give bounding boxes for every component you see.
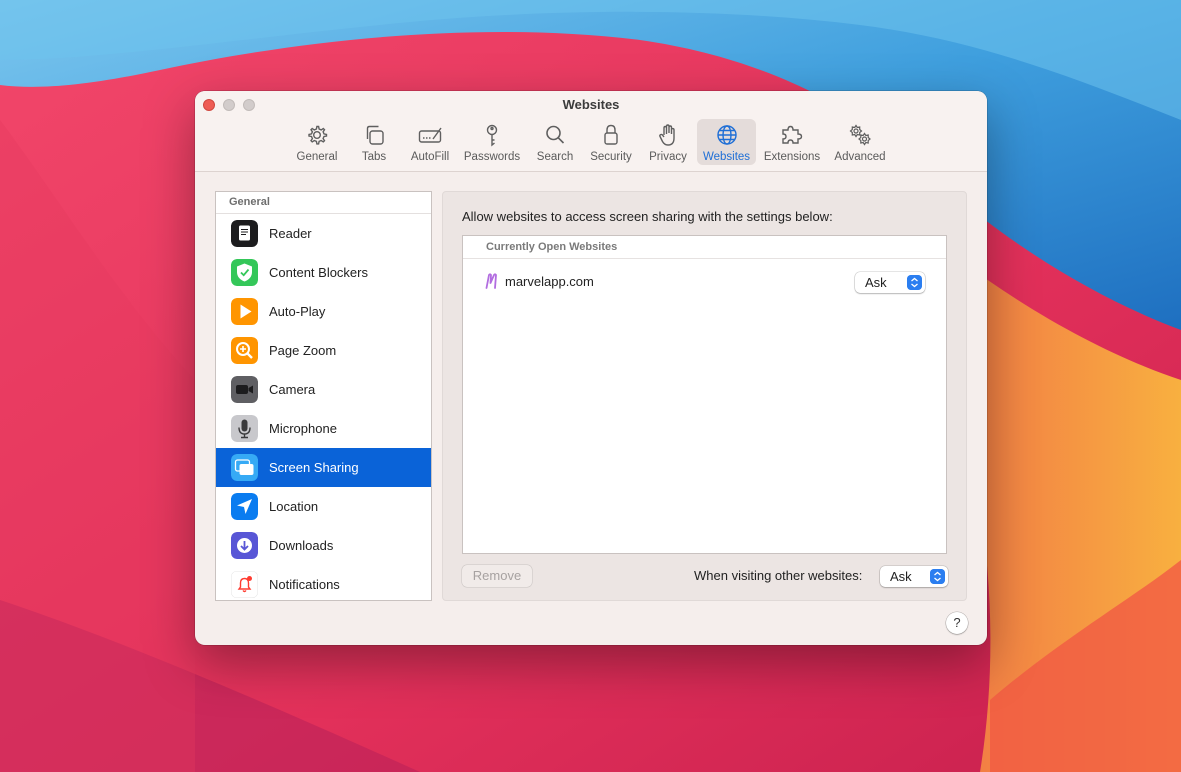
- preferences-window: Websites General Tabs AutoFill Passwords…: [195, 91, 987, 645]
- sidebar-item-label: Content Blockers: [269, 265, 368, 280]
- sidebar-item-label: Screen Sharing: [269, 460, 359, 475]
- zoom-in-icon: [231, 337, 258, 364]
- settings-sidebar: General Reader Content Blockers Auto-Pla: [215, 191, 432, 601]
- up-down-chevron-icon: [907, 275, 922, 290]
- tab-label: Privacy: [649, 151, 687, 163]
- lock-icon: [604, 124, 618, 145]
- tab-label: Extensions: [763, 151, 821, 163]
- remove-button[interactable]: Remove: [462, 565, 532, 587]
- tab-tabs[interactable]: Tabs: [349, 119, 399, 165]
- tab-passwords[interactable]: Passwords: [461, 119, 523, 165]
- search-icon: [546, 125, 565, 144]
- tab-label: Advanced: [834, 151, 886, 163]
- tab-label: General: [296, 151, 338, 163]
- tab-security[interactable]: Security: [585, 119, 637, 165]
- tab-extensions[interactable]: Extensions: [761, 119, 823, 165]
- bell-icon: [231, 571, 258, 598]
- websites-table: Currently Open Websites marvelapp.com As…: [462, 235, 947, 554]
- sidebar-section-header: General: [216, 192, 431, 214]
- screen-sharing-panel: Allow websites to access screen sharing …: [442, 191, 967, 601]
- download-icon: [231, 532, 258, 559]
- tab-advanced[interactable]: Advanced: [829, 119, 891, 165]
- key-icon: [486, 124, 498, 147]
- table-row[interactable]: marvelapp.com Ask: [463, 268, 946, 294]
- marvel-logo-icon: [485, 273, 497, 289]
- reader-icon: [231, 220, 258, 247]
- sidebar-item-content-blockers[interactable]: Content Blockers: [216, 253, 431, 292]
- sidebar-item-downloads[interactable]: Downloads: [216, 526, 431, 565]
- window-title: Websites: [562, 97, 620, 112]
- gears-icon: [849, 124, 871, 146]
- sidebar-item-label: Notifications: [269, 577, 340, 592]
- site-permission-select[interactable]: Ask: [855, 272, 925, 293]
- hand-icon: [659, 124, 675, 146]
- sidebar-item-label: Location: [269, 499, 319, 514]
- sidebar-item-auto-play[interactable]: Auto-Play: [216, 292, 431, 331]
- sidebar-item-label: Reader: [269, 226, 312, 241]
- autofill-icon: [418, 127, 442, 143]
- shield-check-icon: [231, 259, 258, 286]
- sidebar-item-page-zoom[interactable]: Page Zoom: [216, 331, 431, 370]
- sidebar-item-screen-sharing[interactable]: Screen Sharing: [216, 448, 431, 487]
- select-value: Ask: [890, 569, 912, 584]
- sidebar-item-label: Downloads: [269, 538, 334, 553]
- tab-label: Websites: [702, 151, 751, 163]
- play-icon: [231, 298, 258, 325]
- tab-label: AutoFill: [410, 151, 450, 163]
- sidebar-item-location[interactable]: Location: [216, 487, 431, 526]
- tab-general[interactable]: General: [291, 119, 343, 165]
- tab-label: Search: [536, 151, 574, 163]
- select-value: Ask: [865, 275, 887, 290]
- up-down-chevron-icon: [930, 569, 945, 584]
- help-button[interactable]: ?: [946, 612, 968, 634]
- other-websites-label: When visiting other websites:: [694, 568, 863, 583]
- microphone-icon: [231, 415, 258, 442]
- tab-privacy[interactable]: Privacy: [643, 119, 693, 165]
- other-websites-select[interactable]: Ask: [880, 566, 948, 587]
- sidebar-item-label: Auto-Play: [269, 304, 326, 319]
- tab-label: Security: [590, 151, 632, 163]
- tab-search[interactable]: Search: [530, 119, 580, 165]
- table-section-header: Currently Open Websites: [463, 236, 946, 259]
- sidebar-item-reader[interactable]: Reader: [216, 214, 431, 253]
- sidebar-item-label: Page Zoom: [269, 343, 337, 358]
- tabs-icon: [366, 125, 384, 145]
- puzzle-icon: [782, 125, 803, 144]
- tab-label: Passwords: [463, 151, 521, 163]
- camera-icon: [231, 376, 258, 403]
- tab-autofill[interactable]: AutoFill: [404, 119, 456, 165]
- sidebar-item-notifications[interactable]: Notifications: [216, 565, 431, 600]
- tab-label: Tabs: [361, 151, 387, 163]
- toolbar: Websites General Tabs AutoFill Passwords…: [195, 91, 987, 172]
- sidebar-item-microphone[interactable]: Microphone: [216, 409, 431, 448]
- sidebar-item-camera[interactable]: Camera: [216, 370, 431, 409]
- globe-icon: [716, 125, 737, 145]
- screen-sharing-icon: [231, 454, 258, 481]
- sidebar-item-label: Microphone: [269, 421, 337, 436]
- gear-icon: [308, 125, 328, 145]
- tab-websites[interactable]: Websites: [697, 119, 756, 165]
- sidebar-item-label: Camera: [269, 382, 316, 397]
- panel-description: Allow websites to access screen sharing …: [462, 209, 833, 224]
- site-name: marvelapp.com: [505, 274, 594, 289]
- location-arrow-icon: [231, 493, 258, 520]
